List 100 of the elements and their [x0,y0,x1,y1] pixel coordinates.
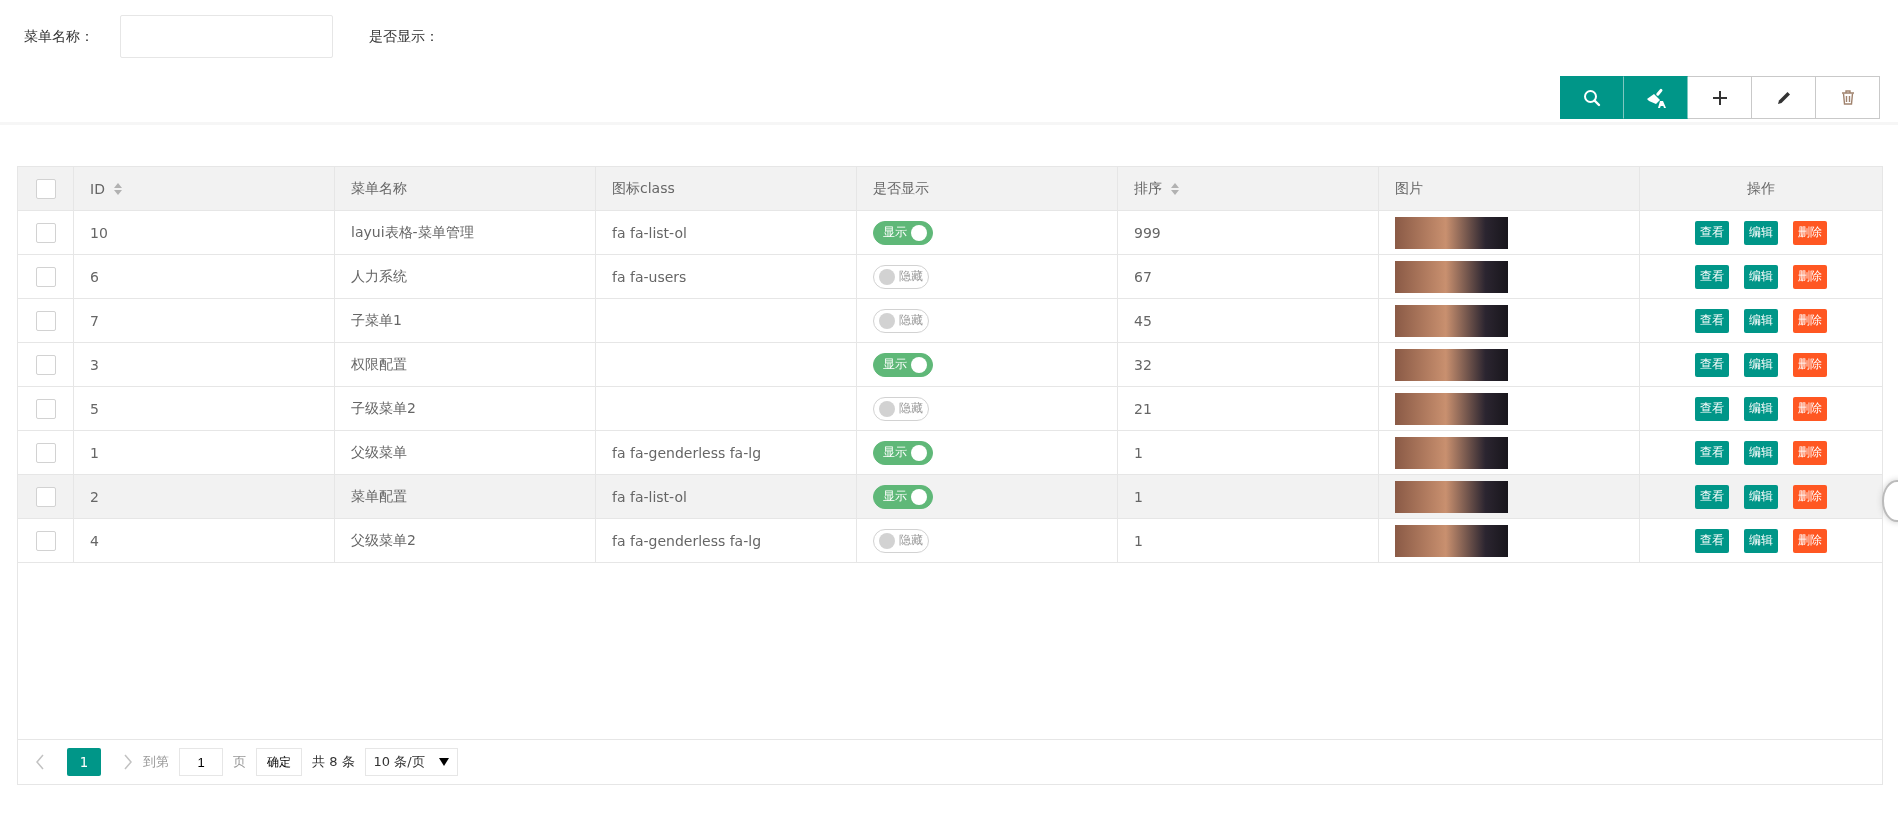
column-header: 图标class [612,179,675,198]
row-checkbox[interactable] [35,398,56,419]
search-icon [1583,88,1601,107]
table-cell: 32 [1134,356,1152,373]
view-button[interactable]: 查看 [1695,264,1729,289]
menu-name-input[interactable] [120,15,333,58]
table-cell: fa fa-users [612,268,687,285]
table-cell: fa fa-list-ol [612,488,687,505]
view-button[interactable]: 查看 [1695,396,1729,421]
select-all-checkbox[interactable] [35,178,56,199]
show-filter-label: 是否显示： [369,27,439,46]
table-cell: 1 [90,444,99,461]
table-cell: 父级菜单2 [351,531,416,550]
edit-button[interactable]: 编辑 [1744,484,1778,509]
delete-button[interactable]: 删除 [1793,264,1827,289]
table-cell: 父级菜单 [351,443,407,462]
row-checkbox[interactable] [35,486,56,507]
visibility-switch[interactable]: 显示 [873,220,933,245]
delete-button[interactable]: 删除 [1793,528,1827,553]
page-input[interactable]: 1 [179,748,223,776]
sort-icon[interactable] [112,181,123,196]
row-checkbox[interactable] [35,530,56,551]
visibility-switch[interactable]: 显示 [873,440,933,465]
table-cell: 1 [1134,532,1143,549]
edit-button[interactable]: 编辑 [1744,352,1778,377]
edit-button[interactable]: 编辑 [1744,396,1778,421]
view-button[interactable]: 查看 [1695,308,1729,333]
row-checkbox[interactable] [35,310,56,331]
brush-button[interactable] [1624,76,1688,119]
edit-button[interactable]: 编辑 [1744,264,1778,289]
visibility-switch[interactable]: 隐藏 [873,528,929,553]
edit-button[interactable]: 编辑 [1744,220,1778,245]
table-cell: 1 [1134,488,1143,505]
menu-name-label: 菜单名称： [24,27,94,46]
next-page-icon[interactable] [123,754,133,770]
table-cell: 2 [90,488,99,505]
table-cell: 子菜单1 [351,311,402,330]
search-button[interactable] [1560,76,1624,119]
previous-page-icon[interactable] [35,754,45,770]
table-cell: 45 [1134,312,1152,329]
edit-button[interactable]: 编辑 [1744,528,1778,553]
column-header: 操作 [1747,179,1775,198]
row-checkbox[interactable] [35,266,56,287]
page-unit-label: 页 [233,753,246,771]
page-button[interactable]: 1 [67,748,101,776]
table-cell: 菜单配置 [351,487,407,506]
visibility-switch[interactable]: 隐藏 [873,396,929,421]
page-size-select[interactable]: 10 条/页 [364,748,458,776]
table-cell: 5 [90,400,99,417]
table-cell: fa fa-list-ol [612,224,687,241]
delete-button[interactable]: 删除 [1793,308,1827,333]
row-checkbox[interactable] [35,442,56,463]
table-cell: 子级菜单2 [351,399,416,418]
confirm-button[interactable]: 确定 [256,748,302,776]
column-header: 图片 [1395,179,1423,198]
view-button[interactable]: 查看 [1695,220,1729,245]
edit-button[interactable]: 编辑 [1744,440,1778,465]
table-cell: 3 [90,356,99,373]
view-button[interactable]: 查看 [1695,440,1729,465]
edit-button[interactable]: 编辑 [1744,308,1778,333]
delete-button[interactable] [1816,76,1880,119]
pencil-icon [1776,90,1791,105]
delete-button[interactable]: 删除 [1793,484,1827,509]
column-header: 菜单名称 [351,179,407,198]
table-cell: layui表格-菜单管理 [351,223,474,242]
delete-button[interactable]: 删除 [1793,396,1827,421]
visibility-switch[interactable]: 隐藏 [873,264,929,289]
row-checkbox[interactable] [35,354,56,375]
delete-button[interactable]: 删除 [1793,352,1827,377]
row-checkbox[interactable] [35,222,56,243]
table-cell: 10 [90,224,108,241]
table-cell: 7 [90,312,99,329]
column-header: 排序 [1134,179,1162,198]
table-cell: 4 [90,532,99,549]
visibility-switch[interactable]: 显示 [873,352,933,377]
add-button[interactable] [1688,76,1752,119]
plus-icon [1711,89,1728,106]
visibility-switch[interactable]: 显示 [873,484,933,509]
table-cell: fa fa-genderless fa-lg [612,444,762,461]
table-cell: 999 [1134,224,1161,241]
view-button[interactable]: 查看 [1695,484,1729,509]
column-header: ID [90,180,105,197]
dropdown-caret-icon [438,758,449,766]
delete-button[interactable]: 删除 [1793,440,1827,465]
view-button[interactable]: 查看 [1695,352,1729,377]
column-header: 是否显示 [873,179,929,198]
table-cell: 权限配置 [351,355,407,374]
table-cell: 6 [90,268,99,285]
delete-button[interactable]: 删除 [1793,220,1827,245]
table-cell: 67 [1134,268,1152,285]
view-button[interactable]: 查看 [1695,528,1729,553]
table-cell: 21 [1134,400,1152,417]
sort-icon[interactable] [1170,181,1180,196]
total-count: 共 8 条 [312,753,355,771]
goto-label: 到第 [143,753,169,771]
table-cell: 人力系统 [351,267,407,286]
table-cell: 1 [1134,444,1143,461]
trash-icon [1840,90,1855,105]
visibility-switch[interactable]: 隐藏 [873,308,929,333]
edit-button[interactable] [1752,76,1816,119]
